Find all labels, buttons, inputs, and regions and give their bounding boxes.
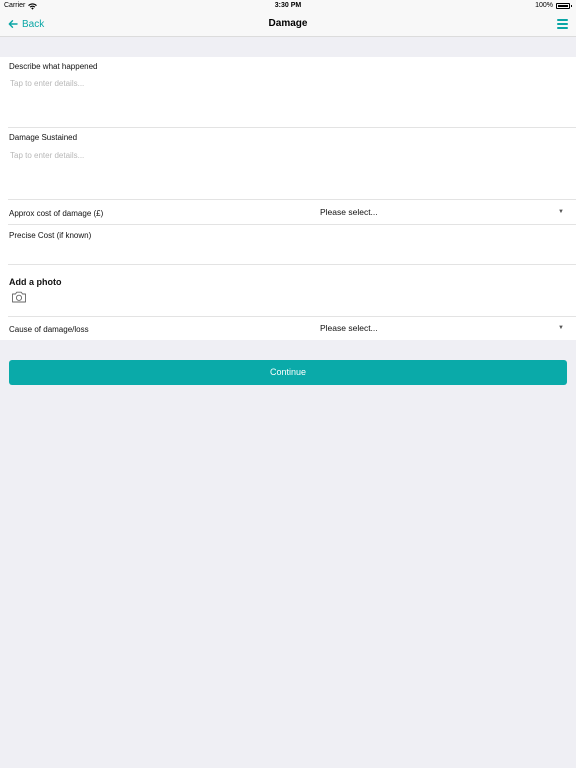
status-right: 100%	[535, 0, 572, 12]
precise-cost-field[interactable]: Precise Cost (if known)	[0, 225, 576, 265]
back-label: Back	[22, 18, 45, 30]
add-photo-title: Add a photo	[9, 277, 62, 287]
add-photo-section: Add a photo	[0, 265, 576, 317]
cause-label: Cause of damage/loss	[9, 325, 89, 334]
approx-cost-select[interactable]: Please select...	[320, 207, 378, 217]
damage-sustained-input[interactable]: Tap to enter details...	[10, 151, 84, 160]
approx-cost-label: Approx cost of damage (£)	[9, 209, 104, 218]
damage-sustained-field[interactable]: Damage Sustained Tap to enter details...	[0, 128, 576, 200]
precise-cost-label: Precise Cost (if known)	[9, 231, 92, 240]
page-title: Damage	[268, 18, 308, 29]
status-time: 3:30 PM	[274, 2, 302, 9]
cause-select[interactable]: Please select...	[320, 323, 378, 333]
damage-sustained-label: Damage Sustained	[9, 133, 78, 142]
hamburger-menu-icon[interactable]	[557, 19, 568, 29]
battery-percent: 100%	[535, 2, 553, 9]
back-button[interactable]: Back	[8, 16, 44, 32]
describe-input[interactable]: Tap to enter details...	[10, 79, 84, 88]
damage-form: Describe what happened Tap to enter deta…	[0, 57, 576, 340]
chevron-down-icon[interactable]: ▼	[558, 325, 564, 331]
back-arrow-icon	[8, 20, 18, 28]
camera-icon[interactable]	[11, 291, 27, 303]
describe-field[interactable]: Describe what happened Tap to enter deta…	[0, 57, 576, 128]
navigation-bar: Damage Back	[0, 12, 576, 37]
cause-field[interactable]: Cause of damage/loss Please select... ▼	[0, 317, 576, 340]
battery-icon	[556, 3, 572, 9]
describe-label: Describe what happened	[9, 62, 98, 71]
approx-cost-field[interactable]: Approx cost of damage (£) Please select.…	[0, 200, 576, 225]
continue-button[interactable]: Continue	[9, 360, 567, 385]
chevron-down-icon[interactable]: ▼	[558, 209, 564, 215]
status-bar: Carrier 3:30 PM 100%	[0, 0, 576, 12]
